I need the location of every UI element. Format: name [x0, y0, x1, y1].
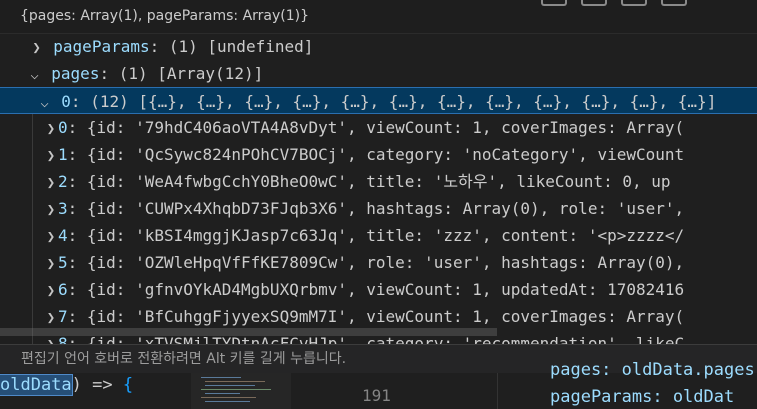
- tree-item-3[interactable]: ❯ 3: {id: 'CUWPx4XhqbD73FJqb3X6', hashtag…: [0, 195, 757, 222]
- item-preview: {id: 'OZWleHpqVfFfKE7809Cw', role: 'user…: [86, 253, 685, 272]
- item-index: 4: [58, 226, 68, 245]
- line-number: 191: [362, 386, 391, 405]
- chevron-right-icon[interactable]: ❯: [44, 278, 58, 303]
- item-preview: {id: 'WeA4fwbgCchY0BheO0wC', title: '노하우…: [86, 172, 671, 191]
- node-value: (12) [{…}, {…}, {…}, {…}, {…}, {…}, {…},…: [90, 92, 717, 111]
- code-arrow: =>: [81, 375, 123, 395]
- item-sep: :: [67, 118, 87, 137]
- node-key: 0: [61, 92, 71, 111]
- tree-item-7[interactable]: ❯ 7: {id: 'BfCuhggFjyyexSQ9mM7I', viewCou…: [0, 303, 757, 330]
- code-brace: {: [122, 375, 134, 395]
- item-sep: :: [67, 307, 87, 326]
- item-index: 2: [58, 172, 68, 191]
- node-sep: :: [70, 92, 91, 111]
- item-index: 0: [58, 118, 68, 137]
- horizontal-scrollbar[interactable]: [0, 328, 497, 336]
- item-preview: {id: 'gfnvOYkAD4MgbUXQrbmv', viewCount: …: [86, 280, 685, 299]
- item-preview: {id: 'kBSI4mggjKJasp7c63Jq', title: 'zzz…: [86, 226, 685, 245]
- item-preview: {id: 'BfCuhggFjyyexSQ9mM7I', viewCount: …: [86, 307, 685, 326]
- item-sep: :: [67, 199, 87, 218]
- chevron-right-icon[interactable]: ❯: [44, 116, 58, 141]
- code-fragment: oldData) => {: [0, 374, 134, 396]
- chevron-right-icon[interactable]: ❯: [44, 197, 58, 222]
- item-sep: :: [67, 172, 87, 191]
- node-key: pages: [51, 64, 100, 83]
- chevron-right-icon[interactable]: ❯: [30, 35, 44, 60]
- tree-item-2[interactable]: ❯ 2: {id: 'WeA4fwbgCchY0BheO0wC', title: …: [0, 168, 757, 195]
- item-index: 1: [58, 145, 68, 164]
- node-sep: :: [149, 37, 169, 56]
- summary-text: {pages: Array(1), pageParams: Array(1)}: [20, 8, 310, 24]
- node-value: (1) [undefined]: [168, 37, 314, 56]
- chevron-right-icon[interactable]: ❯: [44, 305, 58, 330]
- node-value: (1) [Array(12)]: [118, 64, 264, 83]
- item-preview: {id: '79hdC406aoVTA4A8vDyt', viewCount: …: [86, 118, 685, 137]
- chevron-right-icon[interactable]: ❯: [44, 251, 58, 276]
- chevron-down-icon[interactable]: ⌵: [38, 90, 52, 113]
- code-paren: ): [71, 375, 82, 395]
- tree-item-4[interactable]: ❯ 4: {id: 'kBSI4mggjKJasp7c63Jq', title: …: [0, 222, 757, 249]
- right-code-fragment: pages: oldData.pages pageParams: oldDat: [550, 360, 755, 407]
- item-index: 5: [58, 253, 68, 272]
- toolbar-icons: [541, 0, 687, 6]
- split-icon[interactable]: [621, 0, 647, 6]
- item-preview: {id: 'QcSywc824nPOhCV7BOCj', category: '…: [86, 145, 685, 164]
- chevron-down-icon[interactable]: ⌵: [28, 62, 42, 87]
- chevron-right-icon[interactable]: ❯: [44, 170, 58, 195]
- tree-item-5[interactable]: ❯ 5: {id: 'OZWleHpqVfFfKE7809Cw', role: '…: [0, 249, 757, 276]
- layout-icon[interactable]: [661, 0, 687, 6]
- tree-item-1[interactable]: ❯ 1: {id: 'QcSywc824nPOhCV7BOCj', categor…: [0, 141, 757, 168]
- item-index: 3: [58, 199, 68, 218]
- tree-item-6[interactable]: ❯ 6: {id: 'gfnvOYkAD4MgbUXQrbmv', viewCou…: [0, 276, 757, 303]
- item-index: 7: [58, 307, 68, 326]
- item-sep: :: [67, 145, 87, 164]
- tree-node-pages[interactable]: ⌵ pages: (1) [Array(12)]: [0, 60, 757, 87]
- tree-node-page-0[interactable]: ⌵ 0: (12) [{…}, {…}, {…}, {…}, {…}, {…},…: [0, 87, 757, 114]
- code-line: pages: oldData.pages: [550, 360, 755, 380]
- chevron-right-icon[interactable]: ❯: [44, 224, 58, 249]
- node-sep: :: [99, 64, 119, 83]
- chevron-right-icon[interactable]: ❯: [44, 143, 58, 168]
- item-sep: :: [67, 253, 87, 272]
- debug-summary-bar: {pages: Array(1), pageParams: Array(1)}: [0, 0, 757, 34]
- minimap[interactable]: [191, 373, 291, 409]
- tree-item-0[interactable]: ❯ 0: {id: '79hdC406aoVTA4A8vDyt', viewCou…: [0, 114, 757, 141]
- item-sep: :: [67, 280, 87, 299]
- item-preview: {id: 'CUWPx4XhqbD73FJqb3X6', hashtags: A…: [86, 199, 685, 218]
- item-index: 6: [58, 280, 68, 299]
- node-key: pageParams: [53, 37, 150, 56]
- panel-icon[interactable]: [581, 0, 607, 6]
- tree-node-pageParams[interactable]: ❯ pageParams: (1) [undefined]: [0, 33, 757, 60]
- code-line: pageParams: oldDat: [550, 387, 735, 407]
- pane-divider[interactable]: [497, 373, 498, 409]
- item-sep: :: [67, 226, 87, 245]
- selected-identifier[interactable]: oldData: [0, 374, 73, 396]
- panel-icon[interactable]: [541, 0, 567, 6]
